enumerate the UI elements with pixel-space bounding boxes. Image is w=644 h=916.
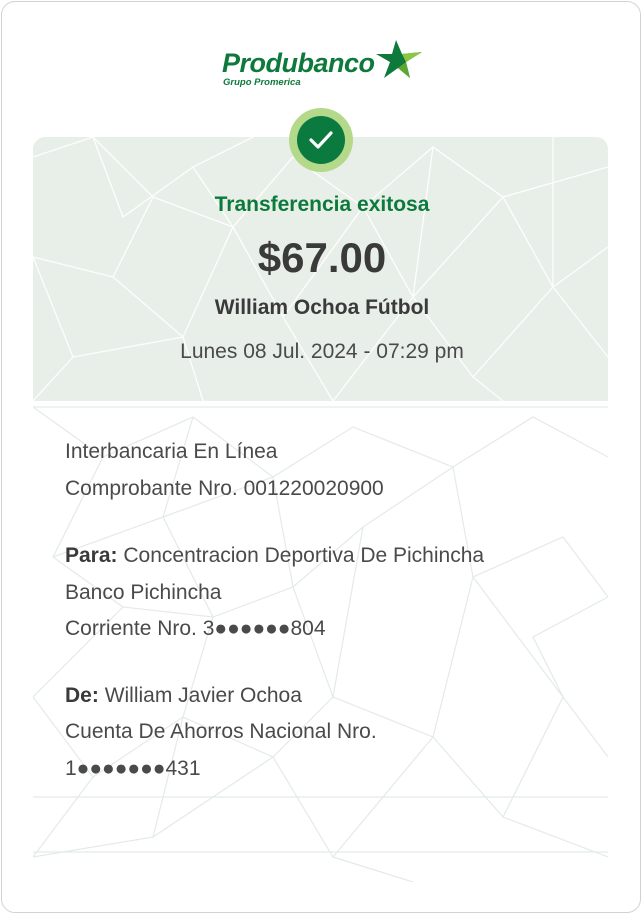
from-name: William Javier Ochoa	[104, 684, 302, 707]
to-line: Para: Concentracion Deportiva De Pichinc…	[65, 543, 484, 569]
from-account-number: 1●●●●●●●431	[65, 757, 201, 780]
recipient-name: William Ochoa Fútbol	[214, 296, 430, 319]
logo-tagline: Grupo Promerica	[223, 77, 301, 88]
star-icon	[376, 40, 422, 78]
to-name: Concentracion Deportiva De Pichincha	[123, 544, 485, 567]
transfer-datetime: Lunes 08 Jul. 2024 - 07:29 pm	[180, 340, 464, 363]
voucher-number: Comprobante Nro. 001220020900	[65, 477, 384, 500]
from-label: De:	[65, 684, 99, 707]
success-circle	[297, 116, 345, 164]
status-title: Transferencia exitosa	[214, 193, 430, 216]
to-bank: Banco Pichincha	[65, 581, 222, 604]
from-account-type: Cuenta De Ahorros Nacional Nro.	[65, 720, 377, 743]
produbanco-logo: Produbanco Grupo Promerica	[220, 40, 430, 90]
to-account: Corriente Nro. 3●●●●●●804	[65, 617, 326, 640]
transfer-type: Interbancaria En Línea	[65, 440, 278, 463]
to-label: Para:	[65, 544, 118, 567]
check-icon	[309, 131, 333, 149]
success-badge	[289, 108, 353, 172]
transfer-amount: $67.00	[257, 234, 387, 281]
logo-wordmark: Produbanco	[222, 48, 375, 78]
from-line: De: William Javier Ochoa	[65, 683, 302, 709]
